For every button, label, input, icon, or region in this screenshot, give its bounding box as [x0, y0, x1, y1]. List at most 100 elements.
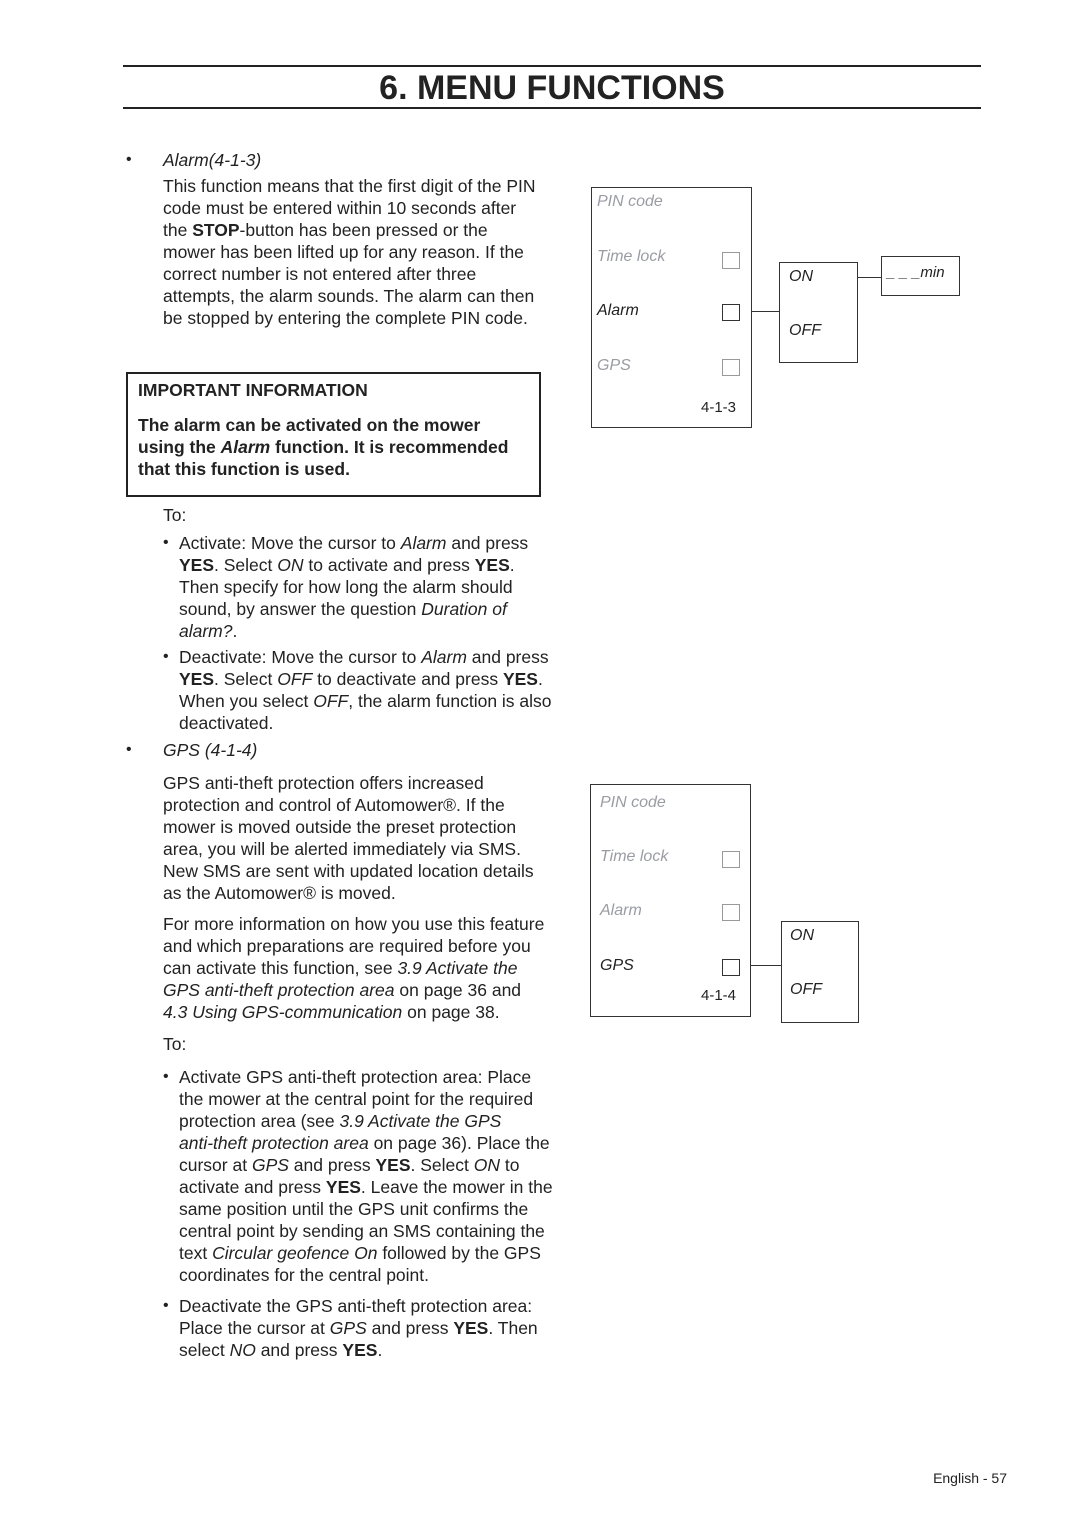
- header-top-rule: [123, 65, 981, 67]
- text-line: Deactivate: Move the cursor to Alarm and…: [179, 646, 552, 668]
- text-line: sound, by answer the question Duration o…: [179, 598, 528, 620]
- text-segment: and press: [366, 1318, 454, 1338]
- step-bullet: •: [163, 1068, 169, 1085]
- text-segment: text: [179, 1243, 213, 1263]
- menu-item-gps: GPS: [600, 957, 634, 974]
- text-line: Then specify for how long the alarm shou…: [179, 576, 528, 598]
- text-segment: Alarm: [400, 533, 447, 553]
- text-segment: function. It is recommended: [270, 437, 509, 457]
- text-segment: protection area (see: [179, 1111, 340, 1131]
- text-line: alarm?.: [179, 620, 528, 642]
- text-segment: ON: [473, 1155, 501, 1175]
- text-segment: 3.9 Activate the GPS: [339, 1111, 502, 1131]
- text-segment: YES: [375, 1155, 411, 1175]
- text-segment: Alarm: [220, 437, 271, 457]
- gps-heading: GPS (4-1-4): [163, 740, 258, 760]
- text-segment: to deactivate and press: [312, 669, 503, 689]
- text-line: deactivated.: [179, 712, 552, 734]
- step-bullet: •: [163, 648, 169, 665]
- text-segment: correct number is not entered after thre…: [163, 264, 477, 284]
- alarm-activate-step: Activate: Move the cursor to Alarm and p…: [179, 532, 528, 642]
- text-segment: , the alarm function is also: [348, 691, 552, 711]
- text-segment: anti-theft protection area: [179, 1133, 369, 1153]
- option-off: OFF: [790, 981, 822, 998]
- text-segment: deactivated.: [179, 713, 274, 733]
- text-segment: on page 36). Place the: [368, 1133, 550, 1153]
- text-segment: .: [377, 1340, 383, 1360]
- text-segment: Deactivate: Move the cursor to: [179, 647, 422, 667]
- important-title: IMPORTANT INFORMATION: [138, 380, 368, 400]
- alarm-heading: Alarm(4-1-3): [163, 150, 262, 170]
- alarm-description: This function means that the first digit…: [163, 175, 536, 329]
- text-segment: and press: [288, 1155, 376, 1175]
- text-segment: YES: [179, 669, 215, 689]
- section-bullet: •: [126, 741, 132, 758]
- text-line: coordinates for the central point.: [179, 1264, 553, 1286]
- connector-line: [750, 965, 781, 966]
- section-bullet: •: [126, 151, 132, 168]
- text-segment: 4.3 Using GPS-communication: [163, 1002, 403, 1022]
- text-segment: YES: [342, 1340, 378, 1360]
- text-line: be stopped by entering the complete PIN …: [163, 307, 536, 329]
- text-segment: YES: [325, 1177, 361, 1197]
- text-segment: When you select: [179, 691, 314, 711]
- text-segment: the: [163, 220, 193, 240]
- text-line: Activate GPS anti-theft protection area:…: [179, 1066, 553, 1088]
- text-line: When you select OFF, the alarm function …: [179, 690, 552, 712]
- text-segment: New SMS are sent with updated location d…: [163, 861, 534, 881]
- text-segment: coordinates for the central point.: [179, 1265, 430, 1285]
- text-segment: attempts, the alarm sounds. The alarm ca…: [163, 286, 535, 306]
- alarm-deactivate-step: Deactivate: Move the cursor to Alarm and…: [179, 646, 552, 734]
- gps-more-info: For more information on how you use this…: [163, 913, 544, 1023]
- text-line: as the Automower® is moved.: [163, 882, 534, 904]
- checkbox-icon: [722, 252, 740, 269]
- text-segment: Duration of: [421, 599, 507, 619]
- menu-item-alarm: Alarm: [597, 302, 639, 319]
- text-segment: .: [537, 669, 543, 689]
- text-segment: on page 38.: [402, 1002, 500, 1022]
- text-segment: YES: [179, 555, 215, 575]
- text-segment: and press: [446, 533, 529, 553]
- checkbox-icon: [722, 304, 740, 321]
- text-line: mower is moved outside the preset protec…: [163, 816, 534, 838]
- text-segment: OFF: [277, 669, 313, 689]
- option-on: ON: [789, 268, 813, 285]
- text-segment: Deactivate the GPS anti-theft protection…: [179, 1296, 533, 1316]
- text-segment: that this function is used.: [138, 459, 350, 479]
- text-segment: code must be entered within 10 seconds a…: [163, 198, 517, 218]
- text-line: Activate: Move the cursor to Alarm and p…: [179, 532, 528, 554]
- text-line: central point by sending an SMS containi…: [179, 1220, 553, 1242]
- text-segment: YES: [502, 669, 538, 689]
- gps-description: GPS anti-theft protection offers increas…: [163, 772, 534, 904]
- text-segment: followed by the GPS: [377, 1243, 541, 1263]
- text-segment: . Select: [214, 555, 278, 575]
- text-line: GPS anti-theft protection offers increas…: [163, 772, 534, 794]
- checkbox-icon: [722, 959, 740, 976]
- text-segment: GPS anti-theft protection area: [163, 980, 395, 1000]
- option-on: ON: [790, 927, 814, 944]
- important-text: The alarm can be activated on the mower u…: [138, 414, 508, 480]
- text-line: can activate this function, see 3.9 Acti…: [163, 957, 544, 979]
- text-line: area, you will be alerted immediately vi…: [163, 838, 534, 860]
- checkbox-icon: [722, 904, 740, 921]
- text-segment: area, you will be alerted immediately vi…: [163, 839, 521, 859]
- text-segment: This function means that the first digit…: [163, 176, 536, 196]
- text-segment: Activate: Move the cursor to: [179, 533, 401, 553]
- text-segment: GPS: [329, 1318, 367, 1338]
- text-segment: .: [509, 555, 515, 575]
- menu-item-time-lock: Time lock: [597, 248, 666, 265]
- text-line: YES. Select OFF to deactivate and press …: [179, 668, 552, 690]
- text-segment: GPS: [251, 1155, 289, 1175]
- text-line: mower has been lifted up for any reason.…: [163, 241, 536, 263]
- text-segment: the mower at the central point for the r…: [179, 1089, 534, 1109]
- text-segment: YES: [453, 1318, 489, 1338]
- to-label: To:: [163, 505, 187, 525]
- text-line: New SMS are sent with updated location d…: [163, 860, 534, 882]
- text-segment: to: [500, 1155, 520, 1175]
- to-label: To:: [163, 1034, 187, 1054]
- text-segment: NO: [229, 1340, 256, 1360]
- text-line: Place the cursor at GPS and press YES. T…: [179, 1317, 538, 1339]
- text-segment: be stopped by entering the complete PIN …: [163, 308, 528, 328]
- text-segment: central point by sending an SMS containi…: [179, 1221, 545, 1241]
- checkbox-icon: [722, 851, 740, 868]
